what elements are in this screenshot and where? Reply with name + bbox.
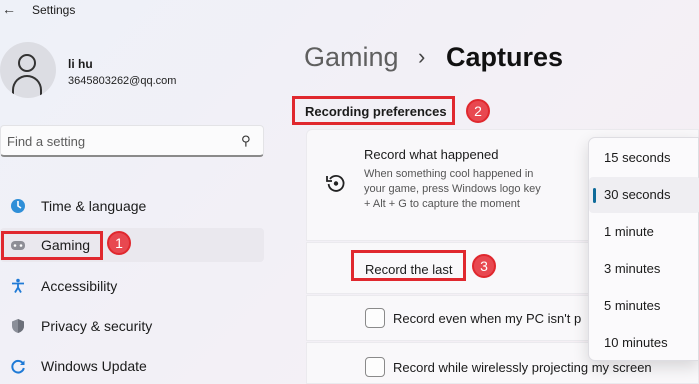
dropdown-option-15-seconds[interactable]: 15 seconds xyxy=(589,140,699,176)
dropdown-option-1-minute[interactable]: 1 minute xyxy=(589,214,699,250)
sidebar-item-label: Windows Update xyxy=(41,358,147,374)
breadcrumb-separator: › xyxy=(418,44,426,69)
annotation-highlight-recording-preferences xyxy=(292,96,455,125)
breadcrumb-parent[interactable]: Gaming xyxy=(304,42,399,73)
dropdown-option-30-seconds[interactable]: 30 seconds xyxy=(589,177,699,213)
person-icon xyxy=(18,54,36,72)
accessibility-icon xyxy=(10,278,26,294)
record-what-happened-title: Record what happened xyxy=(364,147,499,162)
replay-icon xyxy=(325,172,347,194)
search-icon[interactable]: ⚲ xyxy=(241,133,251,149)
title-bar: ← Settings xyxy=(0,0,699,20)
annotation-badge-3: 3 xyxy=(472,254,496,278)
user-name: li hu xyxy=(68,57,93,71)
annotation-badge-1: 1 xyxy=(107,231,131,255)
record-what-happened-description: When something cool happened in your gam… xyxy=(364,168,541,210)
dropdown-option-5-minutes[interactable]: 5 minutes xyxy=(589,288,699,324)
sidebar-item-time-language[interactable]: Time & language xyxy=(0,189,264,223)
record-while-projecting-label: Record while wirelessly projecting my sc… xyxy=(393,360,652,375)
dropdown-option-3-minutes[interactable]: 3 minutes xyxy=(589,251,699,287)
sidebar-item-label: Accessibility xyxy=(41,278,118,294)
app-title: Settings xyxy=(32,3,76,17)
shield-icon xyxy=(10,318,26,334)
selection-indicator xyxy=(593,188,596,203)
sidebar-item-windows-update[interactable]: Windows Update xyxy=(0,349,264,383)
sidebar-item-label: Time & language xyxy=(41,198,147,214)
avatar[interactable] xyxy=(0,42,56,98)
annotation-highlight-gaming xyxy=(1,231,103,260)
windows-update-icon xyxy=(10,358,26,374)
record-on-battery-checkbox[interactable] xyxy=(365,308,385,328)
globe-clock-icon xyxy=(10,198,26,214)
annotation-highlight-record-the-last xyxy=(351,250,466,281)
search-input[interactable] xyxy=(7,131,227,151)
record-while-projecting-checkbox[interactable] xyxy=(365,357,385,377)
record-on-battery-label: Record even when my PC isn't p xyxy=(393,311,582,326)
sidebar-item-accessibility[interactable]: Accessibility xyxy=(0,269,264,303)
sidebar-item-label: Privacy & security xyxy=(41,318,153,334)
user-email: 3645803262@qq.com xyxy=(68,75,177,87)
back-arrow-icon[interactable]: ← xyxy=(2,1,16,17)
duration-dropdown[interactable]: 15 seconds 30 seconds 1 minute 3 minutes… xyxy=(588,137,699,361)
dropdown-option-10-minutes[interactable]: 10 minutes xyxy=(589,325,699,361)
search-box[interactable]: ⚲ xyxy=(0,125,264,157)
annotation-badge-2: 2 xyxy=(466,99,490,123)
page-title: Captures xyxy=(446,42,564,72)
sidebar-item-privacy-security[interactable]: Privacy & security xyxy=(0,309,264,343)
